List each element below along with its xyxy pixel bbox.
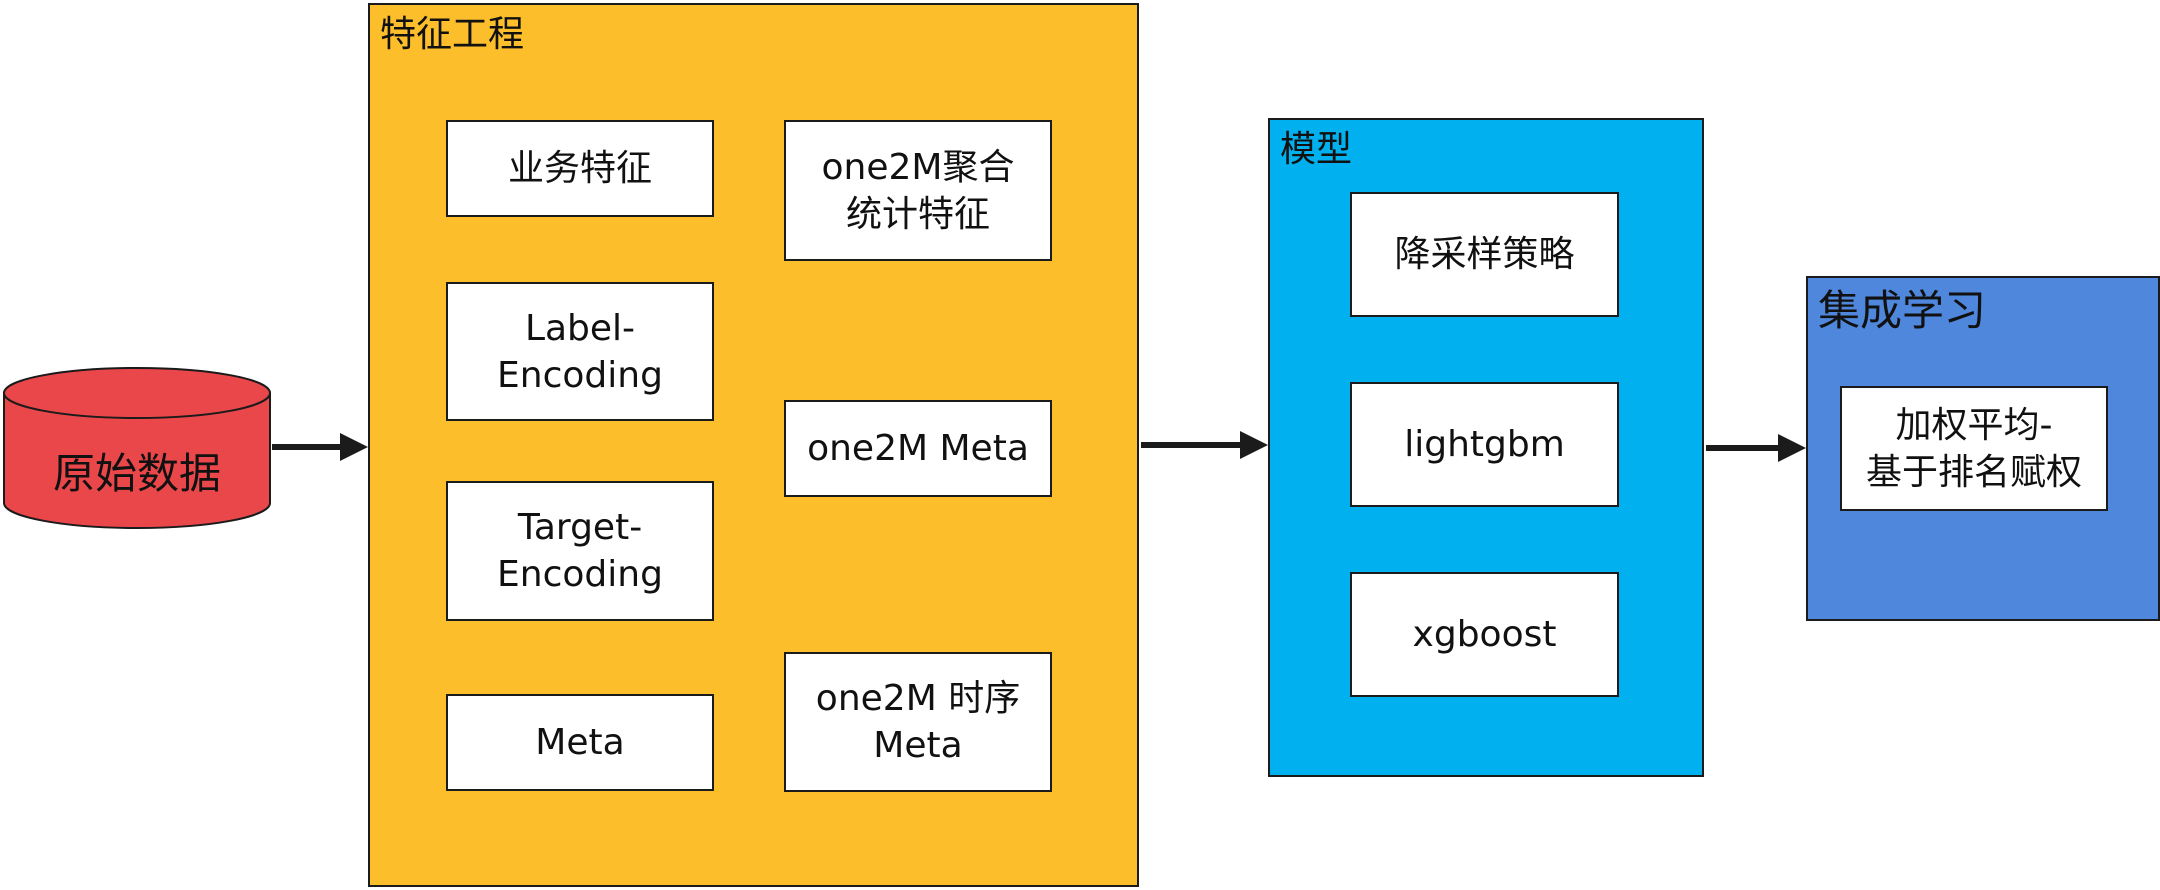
arrow-data-to-features <box>272 433 368 461</box>
arrow-model-to-ensemble <box>1706 434 1806 462</box>
arrow-features-to-model <box>1141 431 1268 459</box>
flow-arrows <box>272 431 1806 462</box>
